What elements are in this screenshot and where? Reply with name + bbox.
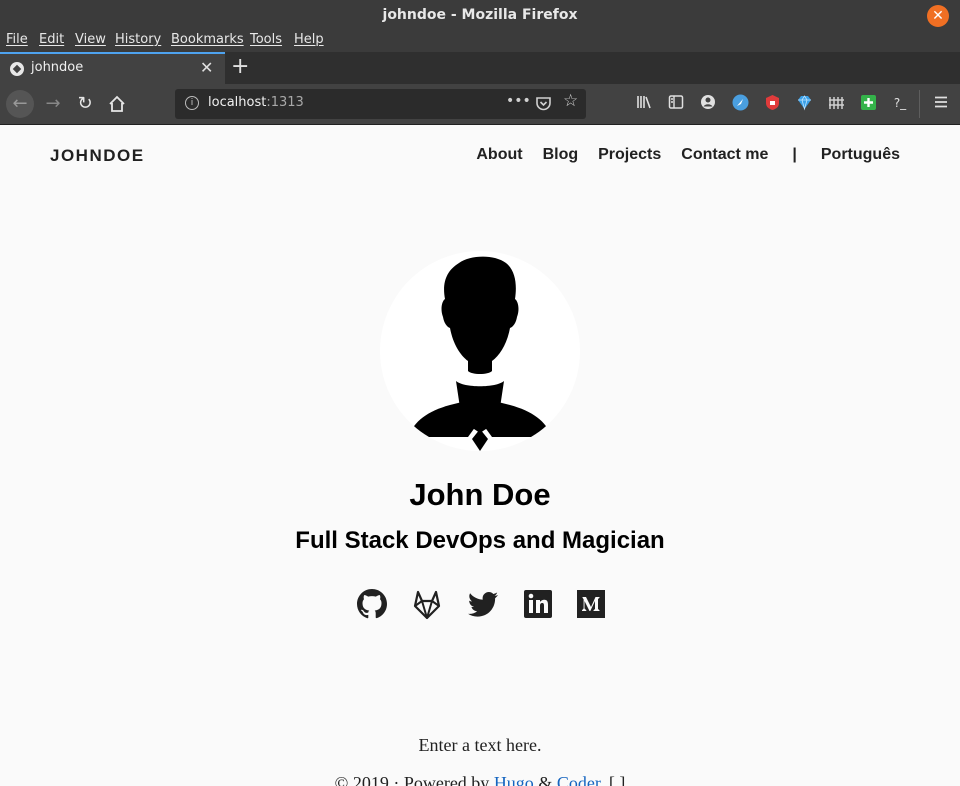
menu-history[interactable]: History [115, 32, 161, 47]
extension-terminal-icon[interactable]: ?_ [891, 94, 909, 112]
account-icon[interactable] [699, 94, 717, 112]
new-tab-icon[interactable]: + [231, 54, 249, 79]
profile-subtitle: Full Stack DevOps and Magician [295, 527, 665, 554]
github-icon[interactable] [356, 588, 388, 620]
site-nav: About Blog Projects Contact me | Portugu… [456, 146, 900, 164]
tab-title: johndoe [31, 60, 84, 75]
linkedin-icon[interactable] [522, 588, 554, 620]
site-favicon-icon [10, 62, 24, 76]
extension-diamond-icon[interactable] [795, 94, 813, 112]
pocket-icon[interactable] [536, 93, 551, 115]
nav-separator: | [792, 146, 797, 163]
page-actions-icon[interactable]: ••• [506, 93, 531, 109]
nav-blog[interactable]: Blog [543, 146, 579, 164]
footer-copyright: © 2019 · Powered by Hugo & Coder. [ ] [0, 773, 960, 786]
tab-johndoe[interactable]: johndoe ✕ [0, 52, 225, 84]
window-titlebar: johndoe - Mozilla Firefox ✕ [0, 0, 960, 30]
bookmark-star-icon[interactable]: ☆ [563, 91, 578, 111]
extension-red-icon[interactable] [763, 94, 781, 112]
back-icon[interactable]: ← [6, 90, 34, 118]
menubar: File Edit View History Bookmarks Tools H… [0, 30, 960, 52]
tab-close-icon[interactable]: ✕ [200, 58, 213, 77]
reload-icon[interactable]: ↻ [71, 90, 99, 118]
navigation-toolbar: ← → ↻ i localhost:1313 ••• ☆ ?_ [0, 84, 960, 125]
site-info-icon[interactable]: i [185, 96, 199, 110]
hamburger-menu-icon[interactable] [932, 94, 950, 112]
menu-edit[interactable]: Edit [39, 32, 64, 47]
url-bar[interactable]: i localhost:1313 ••• ☆ [175, 89, 586, 119]
medium-icon[interactable] [575, 588, 607, 620]
coder-link[interactable]: Coder [557, 773, 600, 786]
profile-name: John Doe [409, 477, 551, 512]
nav-projects[interactable]: Projects [598, 146, 661, 164]
home-icon[interactable] [103, 90, 131, 118]
avatar [380, 251, 580, 451]
forward-icon[interactable]: → [39, 90, 67, 118]
menu-help[interactable]: Help [294, 32, 324, 47]
gitlab-icon[interactable] [411, 588, 443, 620]
nav-contact[interactable]: Contact me [681, 146, 768, 164]
footer-text: Enter a text here. [418, 735, 542, 755]
menu-file[interactable]: File [6, 32, 28, 47]
tab-bar: johndoe ✕ + [0, 52, 960, 84]
window-close-button[interactable]: ✕ [927, 5, 949, 27]
extension-blue-icon[interactable] [731, 94, 749, 112]
window-title: johndoe - Mozilla Firefox [382, 7, 578, 23]
twitter-icon[interactable] [467, 588, 499, 620]
nav-language[interactable]: Português [821, 146, 900, 164]
site-brand[interactable]: JOHNDOE [50, 146, 145, 166]
library-icon[interactable] [635, 94, 653, 112]
nav-about[interactable]: About [476, 146, 522, 164]
web-page: JOHNDOE About Blog Projects Contact me |… [0, 125, 960, 786]
menu-tools[interactable]: Tools [250, 32, 282, 47]
sidebar-icon[interactable] [667, 94, 685, 112]
social-links [356, 588, 606, 622]
extension-plus-icon[interactable] [859, 94, 877, 112]
extension-fence-icon[interactable] [827, 94, 845, 112]
hugo-link[interactable]: Hugo [494, 773, 534, 786]
menu-view[interactable]: View [75, 32, 106, 47]
toolbar-divider [919, 90, 920, 118]
url-text[interactable]: localhost:1313 [208, 95, 304, 110]
menu-bookmarks[interactable]: Bookmarks [171, 32, 244, 47]
